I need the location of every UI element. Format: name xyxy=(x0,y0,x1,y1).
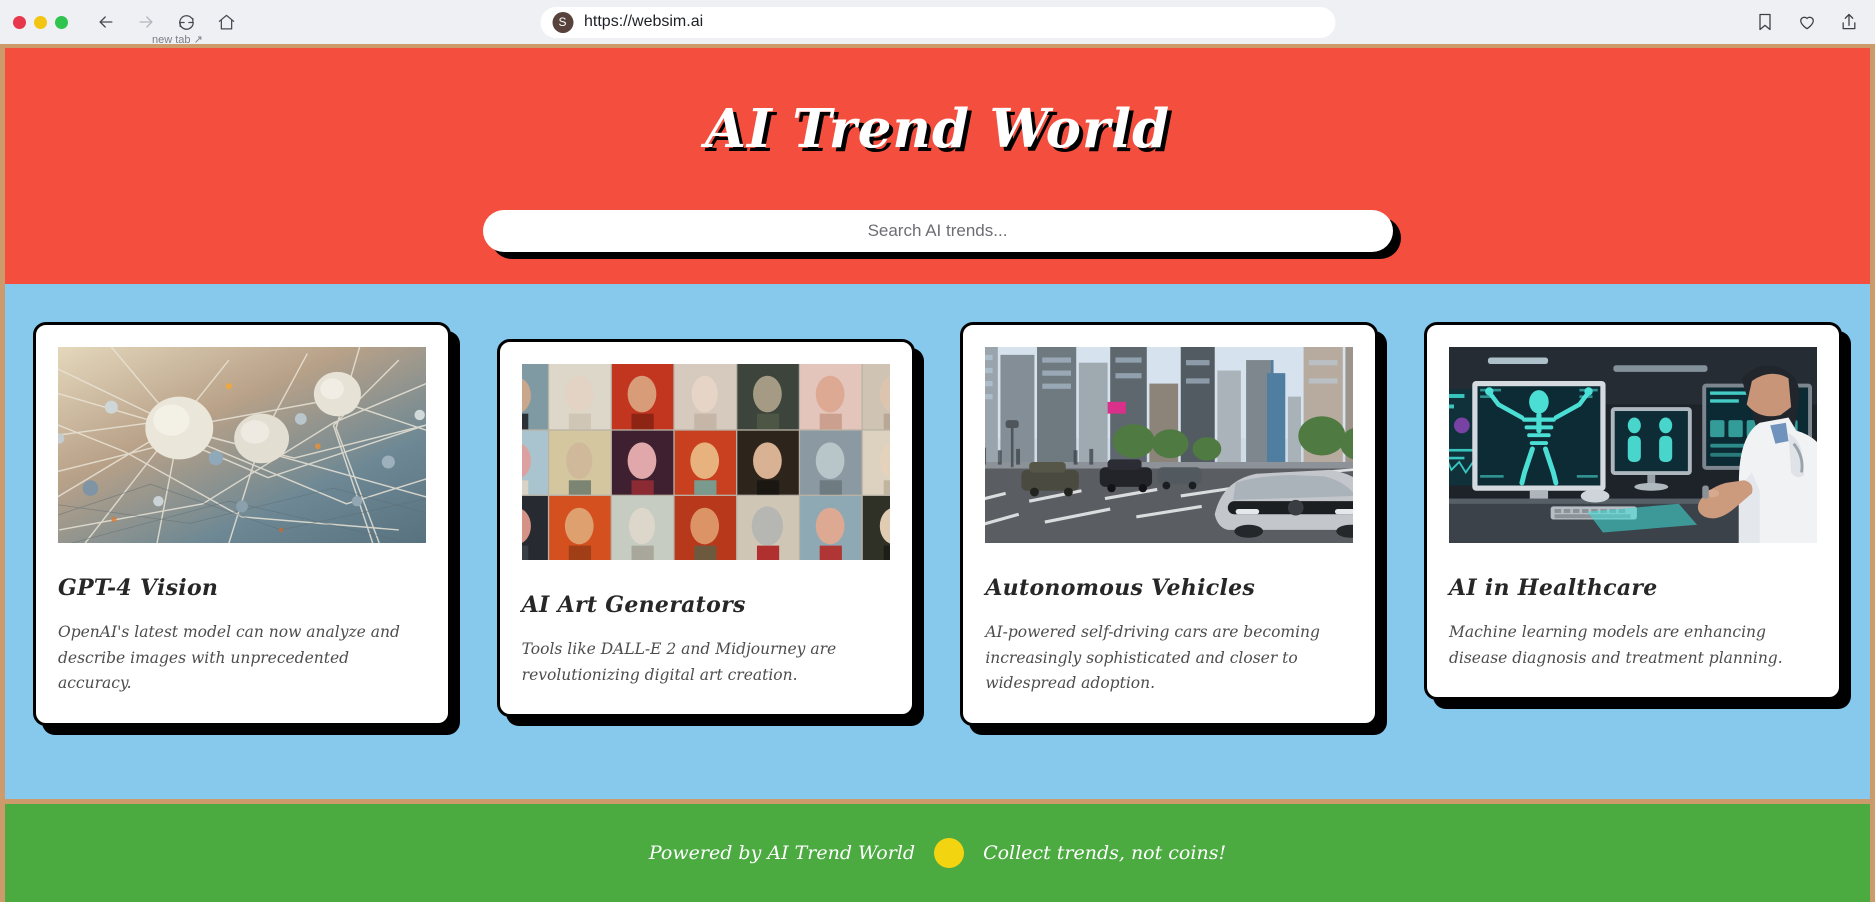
new-tab-label[interactable]: new tab ↗ xyxy=(152,33,203,46)
card-title: AI Art Generators xyxy=(521,592,746,619)
search-input[interactable] xyxy=(482,210,1393,253)
trend-card[interactable]: Autonomous Vehicles AI-powered self-driv… xyxy=(960,322,1379,726)
city-street-image xyxy=(985,347,1354,544)
hero-header: AI Trend World xyxy=(5,48,1870,285)
trend-cards-grid: GPT-4 Vision OpenAI's latest model can n… xyxy=(5,284,1870,799)
card-description: AI-powered self-driving cars are becomin… xyxy=(985,623,1320,693)
portrait-grid-image xyxy=(521,364,890,561)
search-area xyxy=(5,210,1870,253)
page-footer: Powered by AI Trend World Collect trends… xyxy=(5,799,1870,902)
card-title: Autonomous Vehicles xyxy=(985,575,1256,602)
page-viewport: AI Trend World Search AI trends... GPT-4… xyxy=(0,44,1875,902)
navigation-buttons: new tab ↗ xyxy=(93,9,239,46)
bookmark-icon[interactable] xyxy=(1755,12,1775,32)
home-icon[interactable] xyxy=(213,9,239,35)
url-text[interactable]: https://websim.ai xyxy=(584,13,703,31)
share-icon[interactable] xyxy=(1839,12,1859,32)
url-bar[interactable]: S https://websim.ai xyxy=(540,6,1335,38)
page-title: AI Trend World xyxy=(704,98,1171,160)
card-title: AI in Healthcare xyxy=(1448,575,1658,602)
card-description: OpenAI's latest model can now analyze an… xyxy=(58,623,400,693)
trend-card[interactable]: AI in Healthcare Machine learning models… xyxy=(1423,322,1842,701)
footer-tagline-text: Collect trends, not coins! xyxy=(983,842,1227,864)
browser-chrome: new tab ↗ S https://websim.ai xyxy=(0,0,1875,46)
chrome-actions xyxy=(1755,12,1859,32)
close-window-button[interactable] xyxy=(13,15,26,29)
reload-icon[interactable] xyxy=(173,9,199,35)
card-description: Tools like DALL-E 2 and Midjourney are r… xyxy=(521,640,837,684)
neural-network-image xyxy=(58,347,426,544)
minimize-window-button[interactable] xyxy=(34,15,47,29)
site-favicon: S xyxy=(552,11,573,33)
window-controls xyxy=(0,15,68,29)
heart-icon[interactable] xyxy=(1797,12,1817,32)
trend-card[interactable]: AI Art Generators Tools like DALL-E 2 an… xyxy=(496,339,915,718)
maximize-window-button[interactable] xyxy=(55,15,68,29)
back-icon[interactable] xyxy=(93,9,119,35)
card-description: Machine learning models are enhancing di… xyxy=(1448,623,1783,667)
card-title: GPT-4 Vision xyxy=(58,575,219,602)
coin-icon xyxy=(934,838,965,868)
footer-powered-by-text: Powered by AI Trend World xyxy=(648,842,916,864)
forward-icon[interactable] xyxy=(133,9,159,35)
medical-imaging-image xyxy=(1448,347,1817,544)
trend-card[interactable]: GPT-4 Vision OpenAI's latest model can n… xyxy=(33,322,451,726)
